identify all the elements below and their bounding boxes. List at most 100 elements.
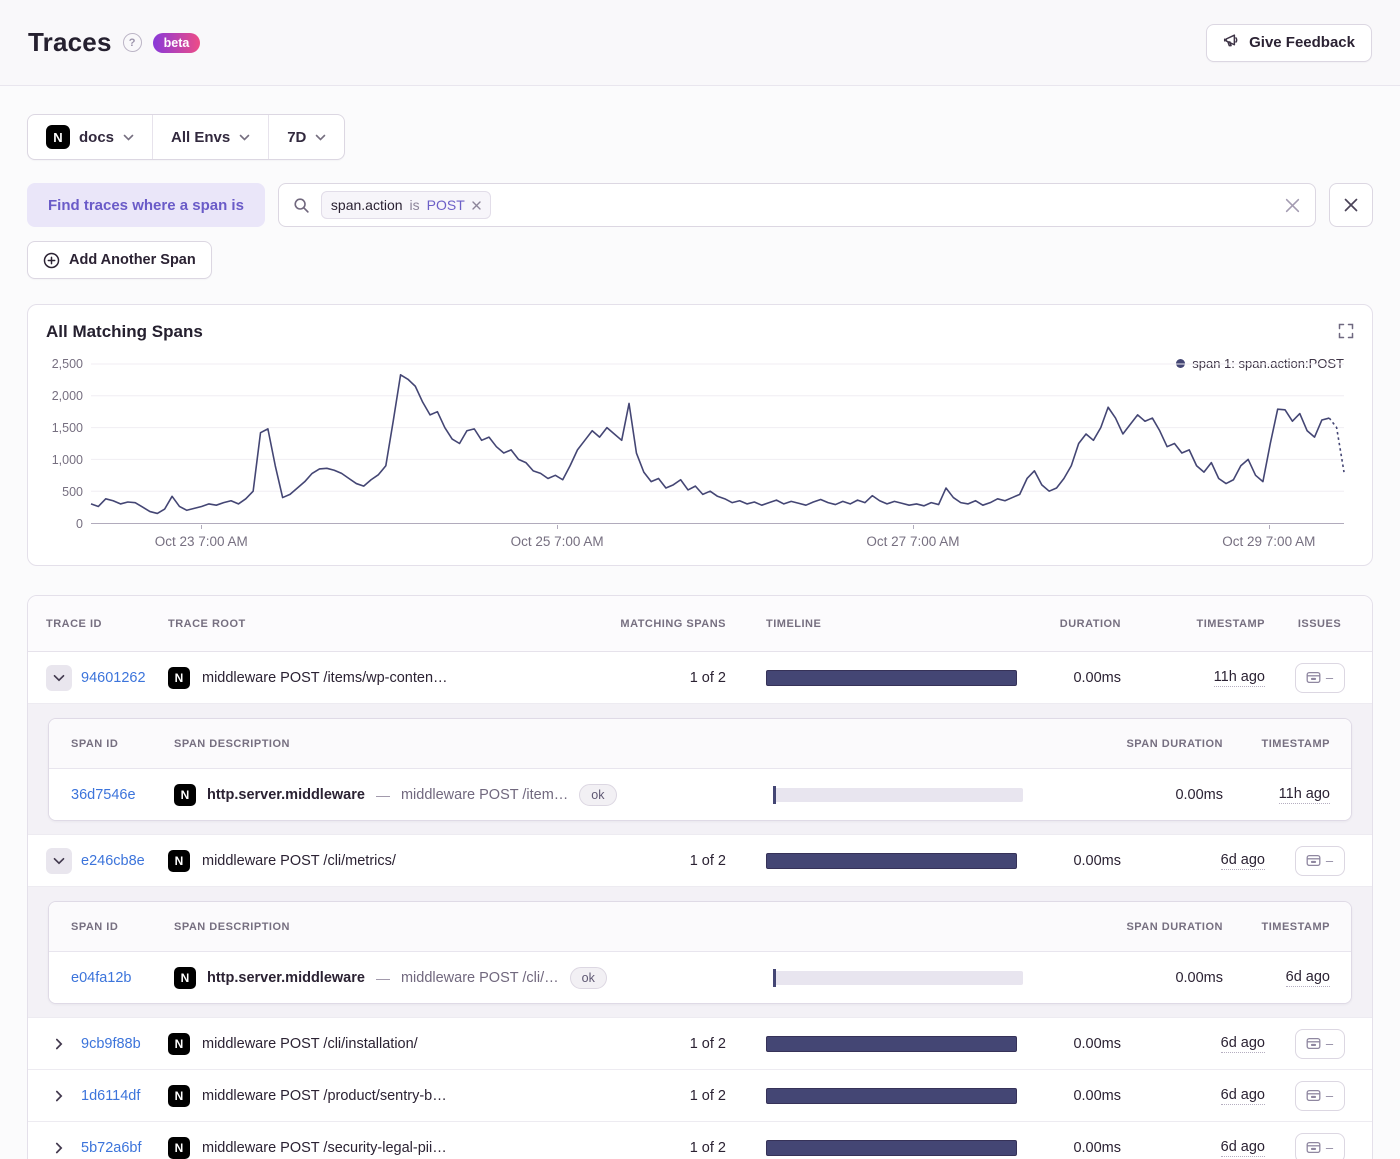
span-description-text: middleware POST /item… <box>400 786 569 803</box>
trace-duration: 0.00ms <box>1073 1139 1121 1156</box>
page-title: Traces <box>28 27 112 57</box>
help-icon[interactable]: ? <box>122 33 142 52</box>
span-status-badge: ok <box>579 783 617 806</box>
col-timestamp: TIMESTAMP <box>1196 617 1265 630</box>
issues-empty-dash: – <box>1325 670 1334 685</box>
y-axis-label: 1,000 <box>51 453 83 467</box>
add-another-span-label: Add Another Span <box>69 252 196 268</box>
find-traces-label: Find traces where a span is <box>27 183 265 227</box>
trace-issues-button[interactable]: – <box>1294 1028 1345 1059</box>
trace-issues-button[interactable]: – <box>1294 662 1345 693</box>
date-range-filter-label: 7D <box>287 128 307 146</box>
matching-spans-count: 1 of 2 <box>689 1035 726 1052</box>
separator-dash: — <box>375 786 390 803</box>
col-span-id: SPAN ID <box>71 920 119 933</box>
trace-row[interactable]: 1d6114df N middleware POST /product/sent… <box>28 1070 1372 1122</box>
trace-root-text: middleware POST /security-legal-pii… <box>202 1139 447 1156</box>
give-feedback-label: Give Feedback <box>1249 34 1355 51</box>
trace-id-link[interactable]: e246cb8e <box>81 853 145 869</box>
date-range-filter[interactable]: 7D <box>268 115 344 159</box>
span-id-link[interactable]: e04fa12b <box>71 970 131 986</box>
expand-trace-button[interactable] <box>46 1031 72 1057</box>
trace-duration: 0.00ms <box>1073 1035 1121 1052</box>
trace-timeline-bar[interactable] <box>766 669 1017 686</box>
trace-timeline-bar[interactable] <box>766 1035 1017 1052</box>
beta-badge: beta <box>152 32 201 53</box>
expand-trace-button[interactable] <box>46 1135 72 1159</box>
trace-root-text: middleware POST /cli/installation/ <box>202 1035 418 1052</box>
search-filter-token[interactable]: span.action is POST <box>320 191 491 219</box>
span-id-link[interactable]: 36d7546e <box>71 787 136 803</box>
search-icon <box>294 197 309 213</box>
trace-timeline-bar[interactable] <box>766 1087 1017 1104</box>
nextjs-platform-icon: N <box>168 666 190 689</box>
trace-row[interactable]: 5b72a6bf N middleware POST /security-leg… <box>28 1122 1372 1159</box>
col-span-id: SPAN ID <box>71 737 119 750</box>
col-span-duration: SPAN DURATION <box>1126 920 1223 933</box>
x-axis-label: Oct 25 7:00 AM <box>510 534 604 549</box>
token-value: POST <box>426 197 465 213</box>
trace-timeline-bar[interactable] <box>766 852 1017 869</box>
col-issues: ISSUES <box>1297 617 1342 630</box>
trace-id-link[interactable]: 1d6114df <box>81 1088 140 1104</box>
token-remove-icon[interactable] <box>472 200 481 210</box>
span-timestamp: 11h ago <box>1278 786 1330 804</box>
chevron-down-icon <box>53 857 65 864</box>
trace-row[interactable]: 9cb9f88b N middleware POST /cli/installa… <box>28 1018 1372 1070</box>
issues-inbox-icon <box>1306 1089 1321 1102</box>
trace-timestamp: 6d ago <box>1220 852 1265 870</box>
environment-filter-label: All Envs <box>171 128 231 146</box>
span-row[interactable]: 36d7546e N http.server.middleware — midd… <box>49 769 1351 820</box>
add-another-span-button[interactable]: Add Another Span <box>27 241 212 279</box>
expand-chart-button[interactable] <box>1336 321 1356 341</box>
trace-root-text: middleware POST /items/wp-conten… <box>202 669 448 686</box>
environment-filter[interactable]: All Envs <box>152 115 268 159</box>
x-axis-tick <box>1268 525 1270 529</box>
traces-table: TRACE ID TRACE ROOT MATCHING SPANS TIMEL… <box>27 595 1373 1159</box>
trace-timeline-bar[interactable] <box>766 1139 1017 1156</box>
trace-id-link[interactable]: 5b72a6bf <box>81 1140 141 1156</box>
chevron-right-icon <box>55 1090 63 1101</box>
span-timeline-track <box>773 970 1023 985</box>
trace-issues-button[interactable]: – <box>1294 1132 1345 1159</box>
nextjs-platform-icon: N <box>174 783 196 806</box>
issues-inbox-icon <box>1306 854 1321 867</box>
chevron-down-icon <box>53 674 65 681</box>
collapse-trace-button[interactable] <box>46 847 72 874</box>
chart-plot-area[interactable] <box>91 364 1344 524</box>
span-timeline[interactable] <box>773 785 1023 804</box>
trace-duration: 0.00ms <box>1073 1087 1121 1104</box>
trace-issues-button[interactable]: – <box>1294 845 1345 876</box>
trace-id-link[interactable]: 94601262 <box>81 670 146 686</box>
remove-span-condition-button[interactable] <box>1329 183 1373 227</box>
trace-id-link[interactable]: 9cb9f88b <box>81 1036 141 1052</box>
project-filter[interactable]: N docs <box>28 115 152 159</box>
issues-empty-dash: – <box>1325 1140 1334 1155</box>
y-axis-label: 1,500 <box>51 421 83 435</box>
chart-title: All Matching Spans <box>46 322 203 341</box>
trace-issues-button[interactable]: – <box>1294 1080 1345 1111</box>
give-feedback-button[interactable]: Give Feedback <box>1206 23 1372 62</box>
page-filter-bar: N docs All Envs 7D <box>27 114 346 160</box>
span-timeline[interactable] <box>773 968 1023 987</box>
expand-trace-button[interactable] <box>46 1083 72 1109</box>
span-duration: 0.00ms <box>1175 969 1223 986</box>
collapse-trace-button[interactable] <box>46 664 72 691</box>
clear-search-icon[interactable] <box>1284 197 1301 219</box>
project-filter-label: docs <box>79 128 115 146</box>
trace-row[interactable]: 94601262 N middleware POST /items/wp-con… <box>28 652 1372 704</box>
span-row[interactable]: e04fa12b N http.server.middleware — midd… <box>49 952 1351 1003</box>
trace-timestamp: 6d ago <box>1220 1139 1265 1157</box>
chevron-down-icon <box>123 134 134 141</box>
span-timeline-marker <box>773 968 776 987</box>
issues-inbox-icon <box>1306 1141 1321 1154</box>
nextjs-platform-icon: N <box>168 849 190 872</box>
plus-circle-icon <box>43 252 60 268</box>
span-duration: 0.00ms <box>1175 786 1223 803</box>
nextjs-platform-icon: N <box>168 1032 190 1055</box>
nextjs-platform-icon: N <box>174 966 196 989</box>
chevron-down-icon <box>316 134 326 141</box>
token-operator: is <box>409 197 420 213</box>
search-input[interactable]: span.action is POST <box>277 183 1316 227</box>
trace-row[interactable]: e246cb8e N middleware POST /cli/metrics/… <box>28 835 1372 887</box>
